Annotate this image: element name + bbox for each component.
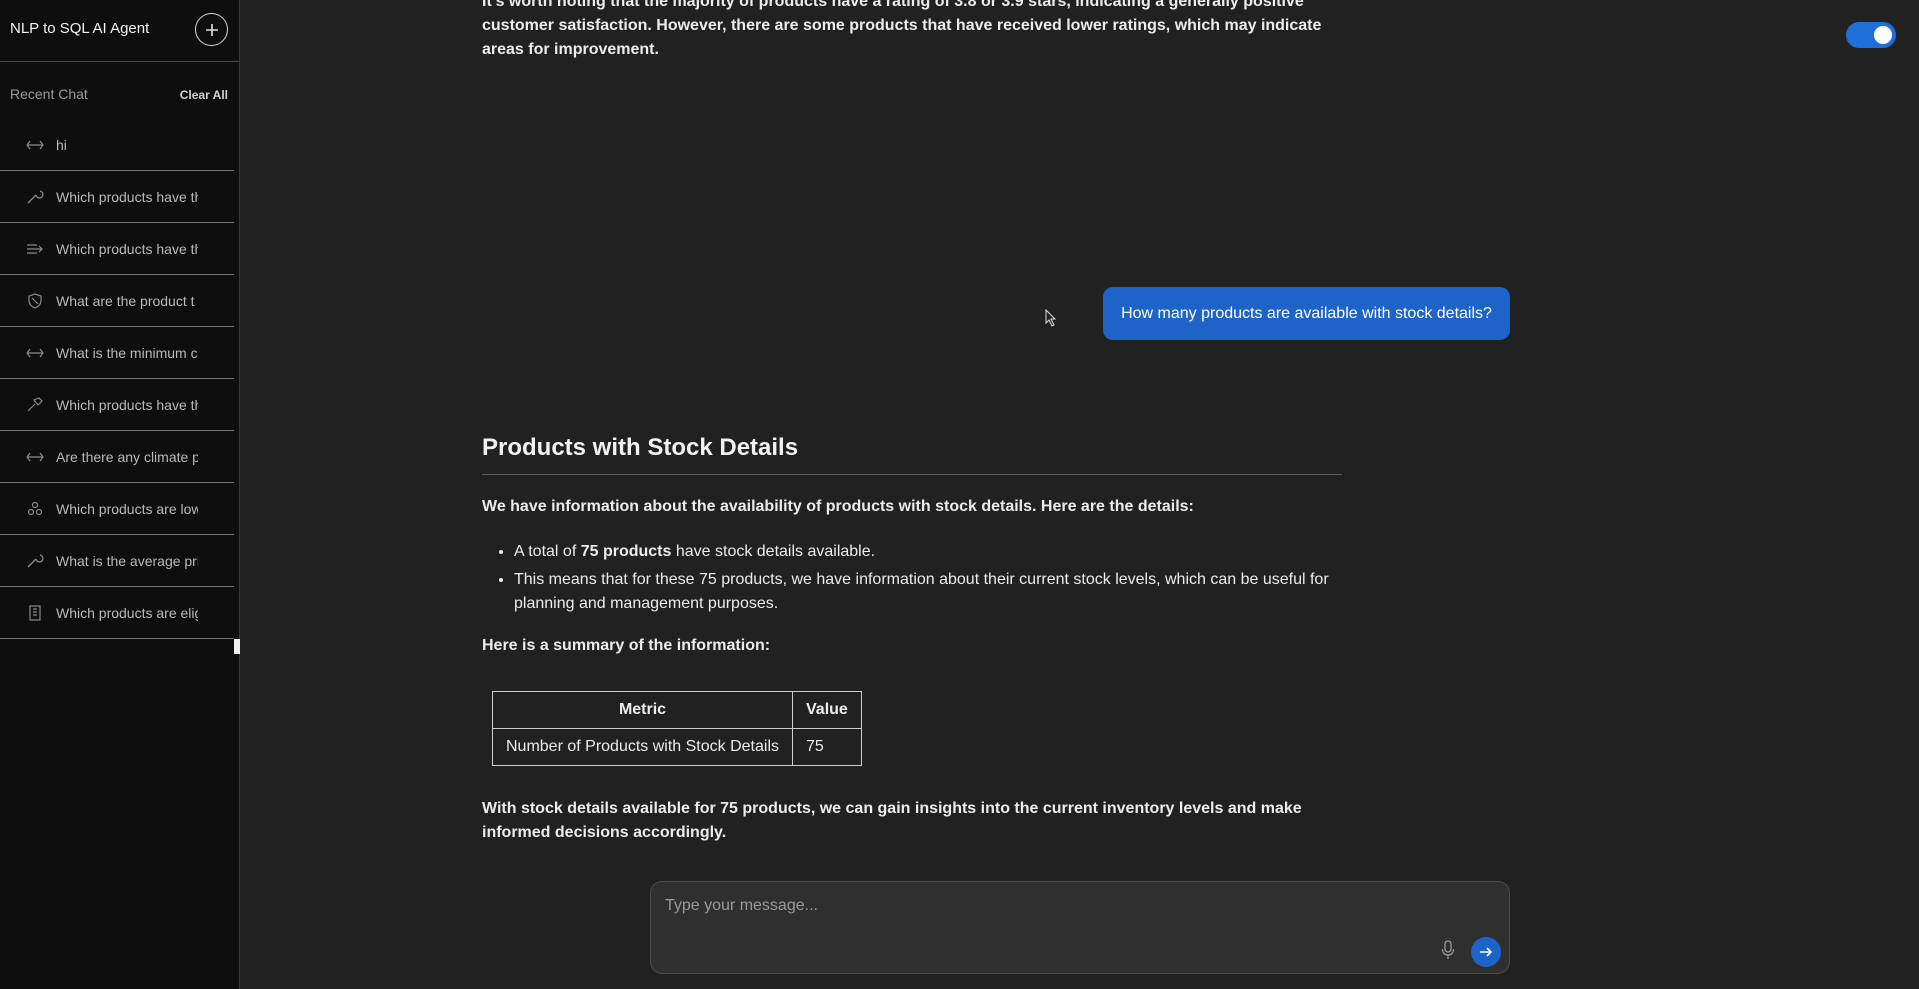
chat-item-label: hi — [56, 136, 67, 153]
chat-list-item[interactable]: Which products are low — [0, 483, 234, 535]
table-header-cell: Value — [792, 691, 862, 729]
chat-item-label: What is the minimum c — [56, 344, 198, 361]
bio-icon — [24, 501, 46, 517]
chat-item-label: What are the product t — [56, 292, 195, 309]
mouse-cursor-icon — [1045, 309, 1057, 327]
table-header-row: Metric Value — [492, 691, 862, 729]
table-cell: Number of Products with Stock Details — [492, 728, 793, 766]
table-header-cell: Metric — [492, 691, 793, 729]
wrench-icon — [24, 189, 46, 205]
chat-list-item[interactable]: Which products have th — [0, 379, 234, 431]
plus-icon — [205, 23, 218, 36]
response-bullets: A total of 75 products have stock detail… — [514, 540, 1334, 620]
chat-item-label: Which products have th — [56, 396, 198, 413]
chat-item-label: Are there any climate p — [56, 448, 198, 465]
table-cell: 75 — [792, 728, 862, 766]
message-composer — [650, 881, 1510, 974]
table-row: Number of Products with Stock Details 75 — [492, 728, 862, 766]
chat-list-item[interactable]: What is the minimum c — [0, 327, 234, 379]
chat-item-label: Which products are low — [56, 500, 198, 517]
summary-text: Here is a summary of the information: — [482, 637, 771, 654]
hammer-icon — [24, 396, 46, 413]
list-arrow-icon — [24, 241, 46, 257]
new-chat-button[interactable] — [195, 13, 228, 46]
response-heading: Products with Stock Details — [482, 434, 1342, 475]
bullet-bold: 75 products — [580, 543, 672, 560]
chat-list: hi Which products have th Which products… — [0, 119, 234, 639]
chat-list-item[interactable]: What are the product t — [0, 275, 234, 327]
bullet-prefix: A total of — [514, 543, 581, 560]
link-arrows-icon — [24, 449, 46, 465]
clear-all-button[interactable]: Clear All — [180, 88, 228, 102]
sidebar-scrollbar[interactable] — [234, 639, 240, 654]
building-icon — [24, 604, 46, 621]
previous-response-paragraph: It's worth noting that the majority of p… — [482, 0, 1322, 58]
user-message-bubble: How many products are available with sto… — [1103, 287, 1510, 340]
sidebar-header: NLP to SQL AI Agent — [0, 0, 239, 62]
wrench-icon — [24, 553, 46, 569]
microphone-button[interactable] — [1438, 938, 1458, 962]
summary-table: Metric Value Number of Products with Sto… — [492, 691, 862, 766]
recent-chat-label: Recent Chat — [10, 86, 88, 102]
chat-list-item[interactable]: Are there any climate p — [0, 431, 234, 483]
chat-list-item[interactable]: Which products have th — [0, 171, 234, 223]
bullet-item: This means that for these 75 products, w… — [514, 568, 1334, 616]
chat-item-label: What is the average pri — [56, 552, 198, 569]
shield-icon — [24, 292, 46, 309]
bullet-suffix: have stock details available. — [671, 543, 876, 560]
bullet-item: A total of 75 products have stock detail… — [514, 540, 1334, 564]
recent-chat-row: Recent Chat Clear All — [10, 86, 228, 106]
microphone-icon — [1441, 940, 1455, 959]
theme-toggle[interactable] — [1846, 22, 1896, 48]
sidebar: NLP to SQL AI Agent Recent Chat Clear Al… — [0, 0, 240, 989]
message-input[interactable] — [665, 894, 1465, 918]
app-title: NLP to SQL AI Agent — [10, 20, 150, 37]
link-arrows-icon — [24, 137, 46, 153]
chat-list-item[interactable]: hi — [0, 119, 234, 171]
chat-item-label: Which products are elig — [56, 604, 198, 621]
link-arrows-icon — [24, 345, 46, 361]
chat-item-label: Which products have th — [56, 188, 198, 205]
response-closing: With stock details available for 75 prod… — [482, 800, 1302, 841]
chat-item-label: Which products have th — [56, 240, 198, 257]
chat-list-item[interactable]: Which products are elig — [0, 587, 234, 639]
response-intro: We have information about the availabili… — [482, 498, 1194, 515]
arrow-right-icon — [1480, 947, 1493, 957]
send-button[interactable] — [1471, 937, 1501, 967]
chat-list-item[interactable]: What is the average pri — [0, 535, 234, 587]
toggle-knob — [1874, 26, 1892, 44]
chat-list-item[interactable]: Which products have th — [0, 223, 234, 275]
